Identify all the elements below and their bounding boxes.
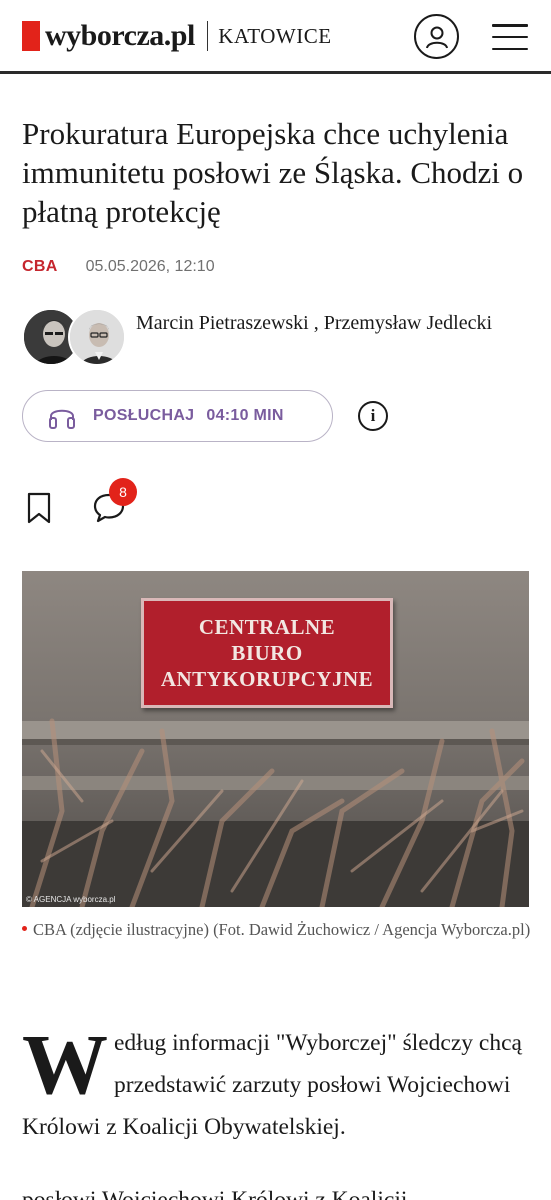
site-logo[interactable]: wyborcza.pl KATOWICE <box>22 16 332 56</box>
article-headline: Prokuratura Europejska chce uchylenia im… <box>22 116 524 229</box>
caption-bullet <box>22 926 27 931</box>
logo-divider <box>206 21 209 51</box>
hamburger-menu-icon[interactable] <box>492 24 528 50</box>
user-icon <box>425 26 448 48</box>
user-account-button[interactable] <box>414 14 459 59</box>
listen-label: POSŁUCHAJ <box>93 407 195 424</box>
author-avatar[interactable] <box>68 308 126 366</box>
body-dropcap: W <box>22 1016 108 1112</box>
headphones-icon <box>47 402 77 430</box>
info-icon[interactable]: i <box>358 401 388 431</box>
article-body: Według informacji "Wyborczej" śledczy ch… <box>22 1016 532 1148</box>
sign-line: ANTYKORUPCYJNE <box>160 667 374 691</box>
article-date: 05.05.2026, 12:10 <box>85 258 215 275</box>
photo-credit: © AGENCJA wyborcza.pl <box>26 895 116 904</box>
article-photo[interactable]: CENTRALNE BIURO ANTYKORUPCYJNE © AGENCJA… <box>22 571 529 907</box>
photo-caption: CBA (zdjęcie ilustracyjne) (Fot. Dawid Ż… <box>22 918 532 941</box>
listen-duration: 04:10 MIN <box>206 407 284 424</box>
author-names[interactable]: Marcin Pietraszewski , Przemysław Jedlec… <box>136 310 526 336</box>
section-label[interactable]: KATOWICE <box>218 24 331 49</box>
sign-line: BIURO <box>231 641 303 665</box>
listen-button[interactable]: POSŁUCHAJ 04:10 MIN <box>22 390 333 442</box>
body-next-text: posłowi Wojciechowi Królowi z Koalicji <box>22 1187 408 1200</box>
article-authors: Marcin Pietraszewski , Przemysław Jedlec… <box>22 306 532 368</box>
logo-red-square <box>22 21 40 51</box>
article-meta: CBA 05.05.2026, 12:10 <box>22 258 215 276</box>
body-next-line: posłowi Wojciechowi Królowi z Koalicji <box>22 1186 532 1200</box>
site-header: wyborcza.pl KATOWICE <box>0 0 551 74</box>
cba-sign: CENTRALNE BIURO ANTYKORUPCYJNE <box>141 598 393 708</box>
caption-text: CBA (zdjęcie ilustracyjne) (Fot. Dawid Ż… <box>33 920 531 939</box>
sign-line: CENTRALNE <box>198 615 336 639</box>
logo-text: wyborcza.pl <box>45 19 195 52</box>
bookmark-icon[interactable] <box>26 492 52 524</box>
article-category[interactable]: CBA <box>22 258 58 276</box>
comment-count-badge[interactable]: 8 <box>109 478 137 506</box>
